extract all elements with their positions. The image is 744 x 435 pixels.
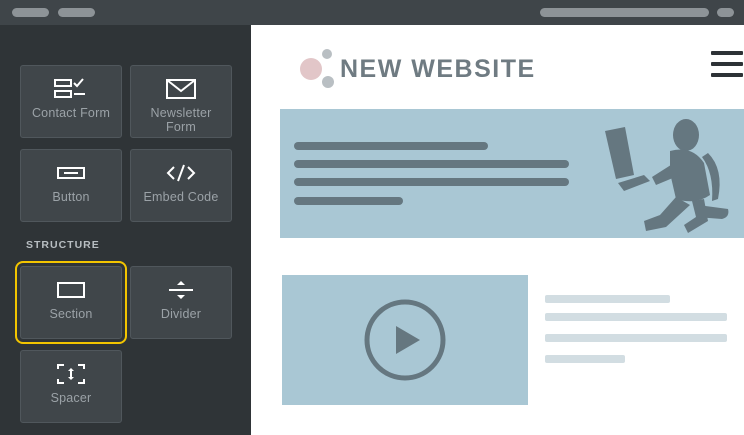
hamburger-menu-icon[interactable] — [711, 51, 743, 77]
tile-label: Spacer — [50, 391, 92, 405]
top-bar-button[interactable] — [12, 8, 49, 17]
hero-text-line — [294, 160, 569, 168]
envelope-icon — [166, 78, 196, 100]
text-placeholder-line — [545, 313, 727, 321]
tile-label: Contact Form — [31, 106, 111, 120]
top-bar-address-bar[interactable] — [540, 8, 709, 17]
top-bar-button[interactable] — [717, 8, 734, 17]
tile-label: Embed Code — [143, 190, 219, 204]
tile-contact-form[interactable]: Contact Form — [20, 65, 122, 138]
play-icon[interactable] — [364, 299, 446, 381]
video-block[interactable] — [282, 275, 528, 405]
hero-text-line — [294, 142, 488, 150]
divider-icon — [167, 279, 195, 301]
structure-heading: STRUCTURE — [26, 239, 100, 251]
text-placeholder-line — [545, 295, 670, 303]
hero-text-line — [294, 197, 403, 205]
hero-text-line — [294, 178, 569, 186]
website-builder: Contact Form Newsletter Form Button Embe… — [0, 0, 744, 435]
spacer-icon — [57, 363, 85, 385]
tile-label: Section — [49, 307, 93, 321]
tile-label: Button — [52, 190, 90, 204]
top-bar-button[interactable] — [58, 8, 95, 17]
tile-embed-code[interactable]: Embed Code — [130, 149, 232, 222]
element-sidebar: Contact Form Newsletter Form Button Embe… — [0, 25, 251, 435]
person-at-computer-icon — [605, 119, 729, 233]
tile-button[interactable]: Button — [20, 149, 122, 222]
button-icon — [57, 162, 85, 184]
code-icon — [166, 162, 196, 184]
site-title[interactable]: NEW WEBSITE — [340, 55, 536, 84]
tile-label: Newsletter Form — [150, 106, 212, 134]
contact-form-icon — [54, 78, 88, 100]
tile-label: Divider — [160, 307, 202, 321]
page-canvas[interactable]: NEW WEBSITE — [251, 25, 744, 435]
hero-section[interactable] — [280, 109, 744, 238]
text-placeholder-line — [545, 355, 625, 363]
top-bar — [0, 0, 744, 25]
text-placeholder-line — [545, 334, 727, 342]
tile-divider[interactable]: Divider — [130, 266, 232, 339]
tile-spacer[interactable]: Spacer — [20, 350, 122, 423]
tile-newsletter-form[interactable]: Newsletter Form — [130, 65, 232, 138]
section-icon — [57, 279, 85, 301]
tile-section[interactable]: Section — [15, 261, 127, 344]
logo-icon — [300, 49, 334, 88]
